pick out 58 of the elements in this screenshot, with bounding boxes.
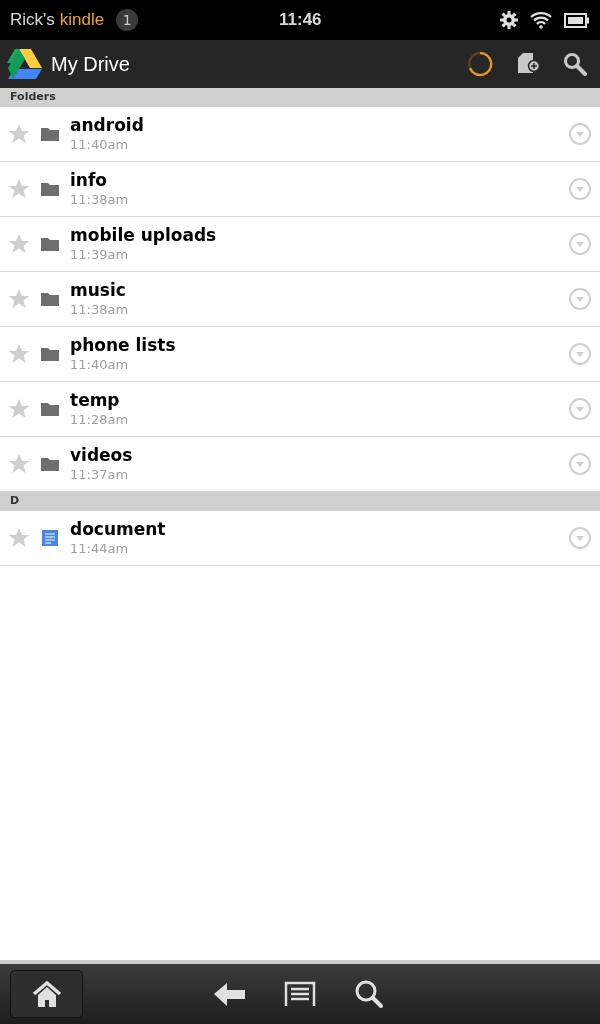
- home-icon: [30, 980, 63, 1008]
- folder-icon: [41, 402, 59, 416]
- device-name: kindle: [59, 9, 105, 32]
- star-icon[interactable]: [8, 398, 30, 420]
- section-header: D: [10, 493, 20, 510]
- item-time: 11:40am: [70, 136, 130, 154]
- star-icon[interactable]: [8, 453, 30, 475]
- dropdown-icon[interactable]: [568, 177, 592, 201]
- star-icon[interactable]: [8, 178, 30, 200]
- item-name: music: [70, 279, 127, 301]
- folder-icon: [41, 457, 59, 471]
- folder-icon: [41, 292, 59, 306]
- dropdown-icon[interactable]: [568, 526, 592, 550]
- drive-logo-icon: [7, 48, 43, 80]
- dropdown-icon[interactable]: [568, 452, 592, 476]
- search-icon[interactable]: [563, 52, 587, 76]
- dropdown-icon[interactable]: [568, 342, 592, 366]
- star-icon[interactable]: [8, 527, 30, 549]
- dropdown-icon[interactable]: [568, 287, 592, 311]
- wifi-icon[interactable]: [530, 11, 552, 29]
- item-name: videos: [70, 444, 134, 466]
- item-time: 11:44am: [70, 540, 130, 558]
- home-button[interactable]: [10, 970, 83, 1018]
- star-icon[interactable]: [8, 343, 30, 365]
- item-name: temp: [70, 389, 121, 411]
- item-time: 11:39am: [70, 246, 130, 264]
- item-name: mobile uploads: [70, 224, 218, 246]
- item-time: 11:28am: [70, 411, 130, 429]
- settings-icon[interactable]: [500, 11, 518, 29]
- item-name: android: [70, 114, 145, 136]
- clock: 11:46: [279, 9, 322, 32]
- item-name: document: [70, 518, 167, 540]
- item-time: 11:38am: [70, 301, 130, 319]
- section-header: Folders: [10, 89, 56, 106]
- star-icon[interactable]: [8, 288, 30, 310]
- search-icon[interactable]: [354, 979, 384, 1009]
- dropdown-icon[interactable]: [568, 397, 592, 421]
- loading-spinner-icon: [467, 51, 493, 77]
- star-icon[interactable]: [8, 123, 30, 145]
- battery-icon[interactable]: [564, 12, 590, 28]
- folder-icon: [41, 182, 59, 196]
- notification-count[interactable]: 1: [116, 9, 139, 31]
- star-icon[interactable]: [8, 233, 30, 255]
- dropdown-icon[interactable]: [568, 122, 592, 146]
- item-name: phone lists: [70, 334, 177, 356]
- item-time: 11:37am: [70, 466, 130, 484]
- device-owner: Rick's: [10, 9, 55, 32]
- item-time: 11:40am: [70, 356, 130, 374]
- item-time: 11:38am: [70, 191, 130, 209]
- document-icon: [42, 530, 58, 546]
- folder-icon: [41, 127, 59, 141]
- folder-icon: [41, 237, 59, 251]
- back-arrow-icon[interactable]: [214, 982, 246, 1006]
- item-name: info: [70, 169, 108, 191]
- dropdown-icon[interactable]: [568, 232, 592, 256]
- folder-icon: [41, 347, 59, 361]
- app-title: My Drive: [51, 52, 130, 77]
- menu-icon[interactable]: [284, 981, 316, 1007]
